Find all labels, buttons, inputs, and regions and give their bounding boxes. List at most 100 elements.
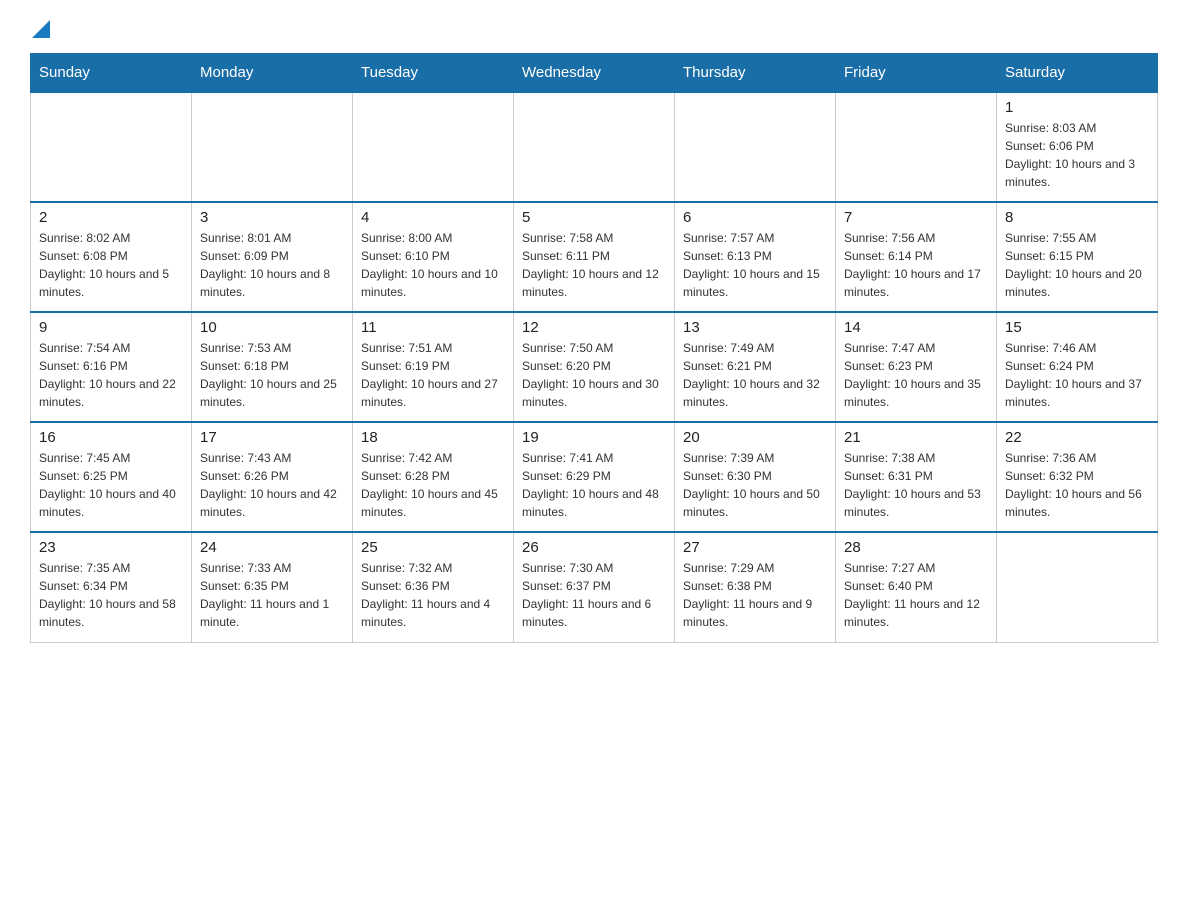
calendar-cell: 13 Sunrise: 7:49 AM Sunset: 6:21 PM Dayli…: [675, 312, 836, 422]
day-number: 7: [844, 209, 988, 226]
day-info: Sunrise: 7:27 AM Sunset: 6:40 PM Dayligh…: [844, 559, 988, 631]
calendar-cell: 20 Sunrise: 7:39 AM Sunset: 6:30 PM Dayli…: [675, 422, 836, 532]
calendar-cell: [675, 92, 836, 202]
day-number: 9: [39, 319, 183, 336]
day-number: 19: [522, 429, 666, 446]
calendar-week-1: 1 Sunrise: 8:03 AM Sunset: 6:06 PM Daylig…: [31, 92, 1158, 202]
weekday-header-tuesday: Tuesday: [353, 54, 514, 93]
calendar-cell: 25 Sunrise: 7:32 AM Sunset: 6:36 PM Dayli…: [353, 532, 514, 642]
day-info: Sunrise: 7:47 AM Sunset: 6:23 PM Dayligh…: [844, 339, 988, 411]
day-info: Sunrise: 7:51 AM Sunset: 6:19 PM Dayligh…: [361, 339, 505, 411]
calendar-cell: 8 Sunrise: 7:55 AM Sunset: 6:15 PM Daylig…: [997, 202, 1158, 312]
calendar-cell: 27Sunrise: 7:29 AM Sunset: 6:38 PM Dayli…: [675, 532, 836, 642]
day-number: 21: [844, 429, 988, 446]
logo-triangle-icon: [32, 20, 50, 38]
day-info: Sunrise: 7:30 AM Sunset: 6:37 PM Dayligh…: [522, 559, 666, 631]
calendar-cell: 7 Sunrise: 7:56 AM Sunset: 6:14 PM Daylig…: [836, 202, 997, 312]
weekday-header-wednesday: Wednesday: [514, 54, 675, 93]
day-info: Sunrise: 7:57 AM Sunset: 6:13 PM Dayligh…: [683, 229, 827, 301]
day-info: Sunrise: 7:38 AM Sunset: 6:31 PM Dayligh…: [844, 449, 988, 521]
calendar-cell: 9Sunrise: 7:54 AM Sunset: 6:16 PM Daylig…: [31, 312, 192, 422]
weekday-header-friday: Friday: [836, 54, 997, 93]
calendar-cell: 1 Sunrise: 8:03 AM Sunset: 6:06 PM Daylig…: [997, 92, 1158, 202]
page-header: [30, 20, 1158, 43]
day-number: 5: [522, 209, 666, 226]
day-info: Sunrise: 7:55 AM Sunset: 6:15 PM Dayligh…: [1005, 229, 1149, 301]
day-info: Sunrise: 7:32 AM Sunset: 6:36 PM Dayligh…: [361, 559, 505, 631]
weekday-header-monday: Monday: [192, 54, 353, 93]
calendar-cell: 26 Sunrise: 7:30 AM Sunset: 6:37 PM Dayli…: [514, 532, 675, 642]
day-info: Sunrise: 8:00 AM Sunset: 6:10 PM Dayligh…: [361, 229, 505, 301]
day-number: 17: [200, 429, 344, 446]
calendar-cell: 3 Sunrise: 8:01 AM Sunset: 6:09 PM Daylig…: [192, 202, 353, 312]
day-number: 26: [522, 539, 666, 556]
calendar-cell: 15 Sunrise: 7:46 AM Sunset: 6:24 PM Dayli…: [997, 312, 1158, 422]
logo: [30, 20, 50, 43]
calendar-cell: [192, 92, 353, 202]
day-info: Sunrise: 7:42 AM Sunset: 6:28 PM Dayligh…: [361, 449, 505, 521]
day-info: Sunrise: 7:35 AM Sunset: 6:34 PM Dayligh…: [39, 559, 183, 631]
calendar-week-5: 23 Sunrise: 7:35 AM Sunset: 6:34 PM Dayli…: [31, 532, 1158, 642]
day-info: Sunrise: 8:01 AM Sunset: 6:09 PM Dayligh…: [200, 229, 344, 301]
day-info: Sunrise: 7:46 AM Sunset: 6:24 PM Dayligh…: [1005, 339, 1149, 411]
day-info: Sunrise: 7:33 AM Sunset: 6:35 PM Dayligh…: [200, 559, 344, 631]
day-number: 2: [39, 209, 183, 226]
calendar-cell: 12Sunrise: 7:50 AM Sunset: 6:20 PM Dayli…: [514, 312, 675, 422]
day-number: 22: [1005, 429, 1149, 446]
day-number: 13: [683, 319, 827, 336]
day-number: 23: [39, 539, 183, 556]
day-info: Sunrise: 7:56 AM Sunset: 6:14 PM Dayligh…: [844, 229, 988, 301]
day-info: Sunrise: 7:45 AM Sunset: 6:25 PM Dayligh…: [39, 449, 183, 521]
day-number: 8: [1005, 209, 1149, 226]
calendar-cell: 5 Sunrise: 7:58 AM Sunset: 6:11 PM Daylig…: [514, 202, 675, 312]
calendar-week-3: 9Sunrise: 7:54 AM Sunset: 6:16 PM Daylig…: [31, 312, 1158, 422]
calendar-table: SundayMondayTuesdayWednesdayThursdayFrid…: [30, 53, 1158, 643]
day-number: 14: [844, 319, 988, 336]
day-info: Sunrise: 7:53 AM Sunset: 6:18 PM Dayligh…: [200, 339, 344, 411]
calendar-week-2: 2 Sunrise: 8:02 AM Sunset: 6:08 PM Daylig…: [31, 202, 1158, 312]
day-number: 24: [200, 539, 344, 556]
day-info: Sunrise: 7:39 AM Sunset: 6:30 PM Dayligh…: [683, 449, 827, 521]
day-number: 25: [361, 539, 505, 556]
day-number: 4: [361, 209, 505, 226]
day-number: 3: [200, 209, 344, 226]
day-number: 20: [683, 429, 827, 446]
calendar-cell: [997, 532, 1158, 642]
calendar-cell: 10 Sunrise: 7:53 AM Sunset: 6:18 PM Dayli…: [192, 312, 353, 422]
day-info: Sunrise: 7:29 AM Sunset: 6:38 PM Dayligh…: [683, 559, 827, 631]
calendar-cell: 24 Sunrise: 7:33 AM Sunset: 6:35 PM Dayli…: [192, 532, 353, 642]
day-number: 10: [200, 319, 344, 336]
calendar-cell: 17 Sunrise: 7:43 AM Sunset: 6:26 PM Dayli…: [192, 422, 353, 532]
calendar-header-row: SundayMondayTuesdayWednesdayThursdayFrid…: [31, 54, 1158, 93]
calendar-cell: 23 Sunrise: 7:35 AM Sunset: 6:34 PM Dayli…: [31, 532, 192, 642]
day-number: 16: [39, 429, 183, 446]
calendar-cell: 22Sunrise: 7:36 AM Sunset: 6:32 PM Dayli…: [997, 422, 1158, 532]
calendar-cell: [514, 92, 675, 202]
day-number: 28: [844, 539, 988, 556]
calendar-cell: [836, 92, 997, 202]
day-number: 12: [522, 319, 666, 336]
calendar-cell: 28 Sunrise: 7:27 AM Sunset: 6:40 PM Dayli…: [836, 532, 997, 642]
weekday-header-saturday: Saturday: [997, 54, 1158, 93]
day-number: 18: [361, 429, 505, 446]
calendar-cell: [31, 92, 192, 202]
calendar-cell: 4 Sunrise: 8:00 AM Sunset: 6:10 PM Daylig…: [353, 202, 514, 312]
day-info: Sunrise: 7:49 AM Sunset: 6:21 PM Dayligh…: [683, 339, 827, 411]
day-info: Sunrise: 7:43 AM Sunset: 6:26 PM Dayligh…: [200, 449, 344, 521]
day-info: Sunrise: 8:02 AM Sunset: 6:08 PM Dayligh…: [39, 229, 183, 301]
weekday-header-thursday: Thursday: [675, 54, 836, 93]
calendar-cell: 18 Sunrise: 7:42 AM Sunset: 6:28 PM Dayli…: [353, 422, 514, 532]
day-info: Sunrise: 7:58 AM Sunset: 6:11 PM Dayligh…: [522, 229, 666, 301]
day-number: 1: [1005, 99, 1149, 116]
day-info: Sunrise: 7:41 AM Sunset: 6:29 PM Dayligh…: [522, 449, 666, 521]
day-number: 11: [361, 319, 505, 336]
day-number: 15: [1005, 319, 1149, 336]
day-number: 6: [683, 209, 827, 226]
calendar-cell: 16 Sunrise: 7:45 AM Sunset: 6:25 PM Dayli…: [31, 422, 192, 532]
calendar-week-4: 16 Sunrise: 7:45 AM Sunset: 6:25 PM Dayli…: [31, 422, 1158, 532]
calendar-cell: 11 Sunrise: 7:51 AM Sunset: 6:19 PM Dayli…: [353, 312, 514, 422]
day-info: Sunrise: 8:03 AM Sunset: 6:06 PM Dayligh…: [1005, 119, 1149, 191]
calendar-cell: 6 Sunrise: 7:57 AM Sunset: 6:13 PM Daylig…: [675, 202, 836, 312]
calendar-cell: [353, 92, 514, 202]
calendar-cell: 14 Sunrise: 7:47 AM Sunset: 6:23 PM Dayli…: [836, 312, 997, 422]
